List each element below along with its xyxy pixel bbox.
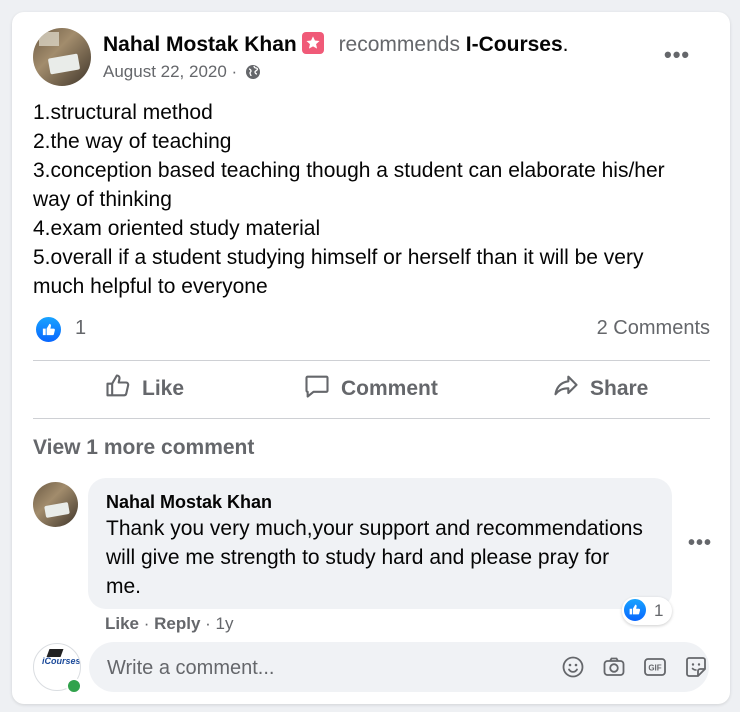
comment-reaction-summary[interactable]: 1 xyxy=(622,597,672,625)
author-name[interactable]: Nahal Mostak Khan xyxy=(103,33,297,56)
post-header: Nahal Mostak Khan recommends I-Courses. xyxy=(103,32,569,57)
page-name-link[interactable]: I-Courses xyxy=(466,33,563,56)
view-more-comments-link[interactable]: View 1 more comment xyxy=(33,436,254,460)
comment-author[interactable]: Nahal Mostak Khan xyxy=(106,492,272,513)
emoji-icon[interactable] xyxy=(561,655,585,679)
post-line: way of thinking xyxy=(33,188,172,211)
online-status-dot xyxy=(66,678,82,694)
post-line: 2.the way of teaching xyxy=(33,130,232,153)
more-options-icon[interactable]: ••• xyxy=(664,42,690,68)
comment-bubble-icon xyxy=(303,372,331,406)
svg-text:GIF: GIF xyxy=(648,664,661,673)
share-button-label: Share xyxy=(590,377,649,400)
comment-input[interactable] xyxy=(105,642,529,694)
post-line: much helpful to everyone xyxy=(33,275,268,298)
page-suffix: . xyxy=(562,33,569,56)
comment-composer[interactable]: GIF xyxy=(89,642,709,694)
post-line: 5.overall if a student studying himself … xyxy=(33,246,644,269)
comment-reaction-count: 1 xyxy=(654,601,664,620)
avatar-photo-paper xyxy=(47,53,81,75)
sticker-icon[interactable] xyxy=(684,655,708,679)
post-line: 1.structural method xyxy=(33,101,213,124)
comment-button[interactable]: Comment xyxy=(303,372,438,406)
post-date[interactable]: August 22, 2020 · xyxy=(103,62,237,81)
like-button-label: Like xyxy=(142,377,185,400)
comment-time[interactable]: 1y xyxy=(216,614,234,633)
avatar-photo-paper xyxy=(44,502,70,518)
divider xyxy=(33,418,710,419)
commenter-avatar[interactable] xyxy=(33,482,78,527)
share-button[interactable]: Share xyxy=(552,372,648,406)
post-line: 4.exam oriented study material xyxy=(33,217,321,240)
divider xyxy=(33,360,710,361)
comment-more-options-icon[interactable]: ••• xyxy=(688,532,712,555)
comment-actions: Like · Reply · 1y xyxy=(105,614,234,634)
camera-icon[interactable] xyxy=(602,655,626,679)
avatar-logo-text: iCourses xyxy=(42,656,81,666)
comment-reply-link[interactable]: Reply xyxy=(154,614,200,633)
post-line: 3.conception based teaching though a stu… xyxy=(33,159,665,182)
like-reaction-icon[interactable] xyxy=(34,315,63,344)
post-card: Nahal Mostak Khan recommends I-Courses. … xyxy=(12,12,730,704)
comment-like-link[interactable]: Like xyxy=(105,614,139,633)
reaction-count[interactable]: 1 xyxy=(75,317,86,340)
like-reaction-icon xyxy=(622,597,648,623)
thumbs-up-icon xyxy=(104,372,132,406)
post-meta: August 22, 2020 · xyxy=(103,62,261,85)
star-badge-icon xyxy=(301,32,324,54)
separator: · xyxy=(139,614,155,633)
avatar-photo-detail xyxy=(39,32,59,46)
comment-text: Thank you very much,your support and rec… xyxy=(106,517,643,598)
gif-icon[interactable]: GIF xyxy=(643,655,667,679)
share-arrow-icon xyxy=(552,372,580,406)
comment-bubble: Nahal Mostak Khan Thank you very much,yo… xyxy=(88,478,672,609)
like-button[interactable]: Like xyxy=(104,372,184,406)
recommends-text: recommends xyxy=(338,33,460,56)
comments-count[interactable]: 2 Comments xyxy=(597,317,710,340)
post-body: 1.structural method 2.the way of teachin… xyxy=(33,98,713,301)
globe-icon xyxy=(245,64,261,85)
separator: · xyxy=(200,614,216,633)
author-avatar[interactable] xyxy=(33,28,91,86)
comment-button-label: Comment xyxy=(341,377,438,400)
